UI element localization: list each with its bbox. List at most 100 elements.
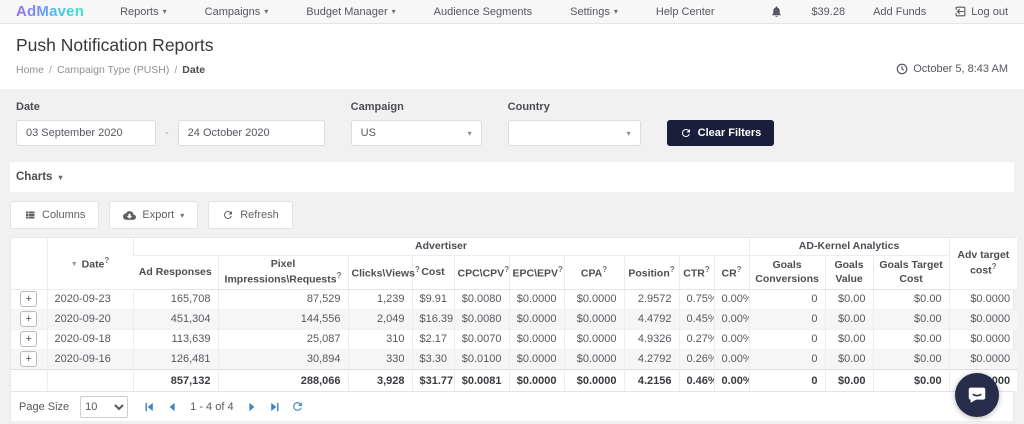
chat-icon: [968, 387, 986, 403]
cell-cpc_cpv: $0.0080: [453, 289, 509, 310]
nav-item-label: Budget Manager: [306, 5, 388, 18]
total-goals_conversions: 0: [748, 368, 826, 392]
chat-widget-button[interactable]: [955, 373, 999, 417]
logo[interactable]: AdMaven: [16, 3, 84, 20]
notifications-button[interactable]: [770, 5, 783, 18]
column-header-ad_responses[interactable]: Ad Responses: [133, 255, 218, 290]
date-to-input[interactable]: [177, 120, 325, 146]
first-page-button[interactable]: [141, 400, 157, 414]
cell-cr: 0.00%: [713, 289, 750, 310]
column-header-epc_epv[interactable]: EPC\EPV?: [508, 255, 564, 290]
column-header-cr[interactable]: CR?: [713, 255, 750, 290]
expand-column-header: [11, 238, 47, 290]
cell-cpa: $0.0000: [563, 349, 624, 370]
page-header: Push Notification Reports Home / Campaig…: [0, 24, 1024, 89]
cell-cpa: $0.0000: [563, 289, 624, 310]
breadcrumb-campaign-type[interactable]: Campaign Type (PUSH): [57, 64, 169, 76]
refresh-icon: [224, 211, 233, 219]
cell-goals_conversions: 0: [748, 289, 826, 310]
column-header-cpc_cpv[interactable]: CPC\CPV?: [453, 255, 509, 290]
cell-pixel_impressions_requests: 87,529: [217, 289, 348, 310]
charts-toggle[interactable]: Charts ▾: [16, 171, 62, 183]
nav-item-campaigns[interactable]: Campaigns ▾: [205, 6, 269, 18]
table-row: +2020-09-20 451,304 144,556 2,049 $16.39 $0.0…: [11, 309, 1018, 330]
table-group-header-row: ▼ Date? Advertiser AD-Kernel Analytics Ad…: [11, 238, 1018, 290]
cell-clicks_views: 2,049: [347, 309, 412, 330]
current-datetime: October 5, 8:43 AM: [896, 63, 1008, 76]
expand-row-button[interactable]: +: [20, 311, 38, 328]
datetime-label: October 5, 8:43 AM: [913, 63, 1008, 75]
nav-item-reports[interactable]: Reports ▾: [120, 6, 167, 18]
column-header-goals_conversions[interactable]: Goals Conversions: [748, 255, 826, 290]
column-header-cpa[interactable]: CPA?: [563, 255, 624, 290]
chevron-down-icon: ▾: [626, 128, 631, 138]
last-page-button[interactable]: [267, 400, 283, 414]
total-cpa: $0.0000: [563, 368, 624, 392]
cell-cost: $3.30: [411, 349, 454, 370]
totals-expand-spacer: [11, 368, 47, 392]
account-balance[interactable]: $39.28: [811, 6, 845, 18]
table-row: +2020-09-18 113,639 25,087 310 $2.17 $0.0070 $…: [11, 329, 1018, 350]
column-header-ctr[interactable]: CTR?: [678, 255, 714, 290]
page-size-select[interactable]: 10: [80, 395, 129, 418]
total-cpc_cpv: $0.0081: [453, 368, 509, 392]
reload-table-button[interactable]: [290, 400, 305, 413]
total-goals_value: $0.00: [824, 368, 874, 392]
filter-date: Date -: [16, 101, 325, 146]
clock-icon: [896, 63, 908, 75]
date-from-input[interactable]: [16, 120, 156, 146]
help-icon[interactable]: ?: [104, 256, 109, 265]
column-header-adv-target-cost[interactable]: Adv target cost?: [948, 238, 1018, 290]
cell-position: 2.9572: [623, 289, 679, 310]
cell-adv_target_cost: $0.0000: [948, 309, 1018, 330]
cell-goals_value: $0.00: [824, 289, 874, 310]
prev-page-button[interactable]: [164, 400, 180, 414]
nav-item-label: Reports: [120, 5, 159, 18]
help-icon[interactable]: ?: [992, 262, 997, 271]
breadcrumb-home[interactable]: Home: [16, 64, 44, 76]
cell-position: 4.2792: [623, 349, 679, 370]
cell-goals_value: $0.00: [824, 329, 874, 350]
expand-row-button[interactable]: +: [20, 291, 38, 308]
expand-row-button[interactable]: +: [20, 351, 38, 368]
column-header-goals_target_cost[interactable]: Goals Target Cost: [872, 255, 950, 290]
cell-goals_target_cost: $0.00: [872, 349, 950, 370]
nav-item-settings[interactable]: Settings ▾: [570, 6, 618, 18]
clear-filters-button[interactable]: Clear Filters: [666, 120, 775, 146]
export-button[interactable]: Export ▾: [109, 201, 199, 229]
breadcrumb-separator: /: [174, 64, 178, 76]
country-select[interactable]: ▾: [507, 120, 641, 146]
total-goals_target_cost: $0.00: [872, 368, 950, 392]
nav-item-budget-manager[interactable]: Budget Manager ▾: [306, 6, 395, 18]
column-header-date[interactable]: ▼ Date?: [46, 238, 133, 290]
nav-item-help-center[interactable]: Help Center: [656, 6, 715, 18]
column-header-position[interactable]: Position?: [623, 255, 679, 290]
nav-item-audience-segments[interactable]: Audience Segments: [434, 6, 532, 18]
filter-campaign: Campaign US ▾: [350, 101, 482, 146]
charts-label: Charts: [16, 171, 53, 183]
cell-goals_conversions: 0: [748, 349, 826, 370]
reload-icon: [292, 402, 302, 412]
group-header-advertiser: Advertiser: [132, 238, 750, 257]
sort-desc-icon[interactable]: ▼: [71, 261, 78, 268]
columns-button[interactable]: Columns: [10, 201, 100, 229]
expand-row-button[interactable]: +: [20, 331, 38, 348]
nav-right: $39.28 Add Funds Log out: [770, 5, 1008, 18]
column-header-goals_value[interactable]: Goals Value: [824, 255, 874, 290]
next-page-button[interactable]: [244, 400, 260, 414]
cell-goals_target_cost: $0.00: [872, 309, 950, 330]
cell-goals_value: $0.00: [824, 309, 874, 330]
column-header-clicks_views[interactable]: Clicks\Views?: [347, 255, 420, 290]
filter-country-label: Country: [507, 101, 550, 113]
logout-button[interactable]: Log out: [954, 5, 1008, 18]
refresh-button[interactable]: Refresh: [208, 201, 293, 229]
column-header-pixel_impressions_requests[interactable]: Pixel Impressions\Requests?: [217, 255, 348, 290]
campaign-select[interactable]: US ▾: [350, 120, 482, 146]
clear-filters-label: Clear Filters: [697, 127, 762, 139]
table-subheader-row: Ad Responses Pixel Impressions\Requests? C…: [11, 255, 1017, 290]
last-page-icon: [270, 402, 279, 411]
total-epc_epv: $0.0000: [508, 368, 564, 392]
total-position: 4.2156: [623, 368, 679, 392]
export-label: Export: [142, 209, 175, 221]
add-funds-button[interactable]: Add Funds: [873, 6, 926, 18]
